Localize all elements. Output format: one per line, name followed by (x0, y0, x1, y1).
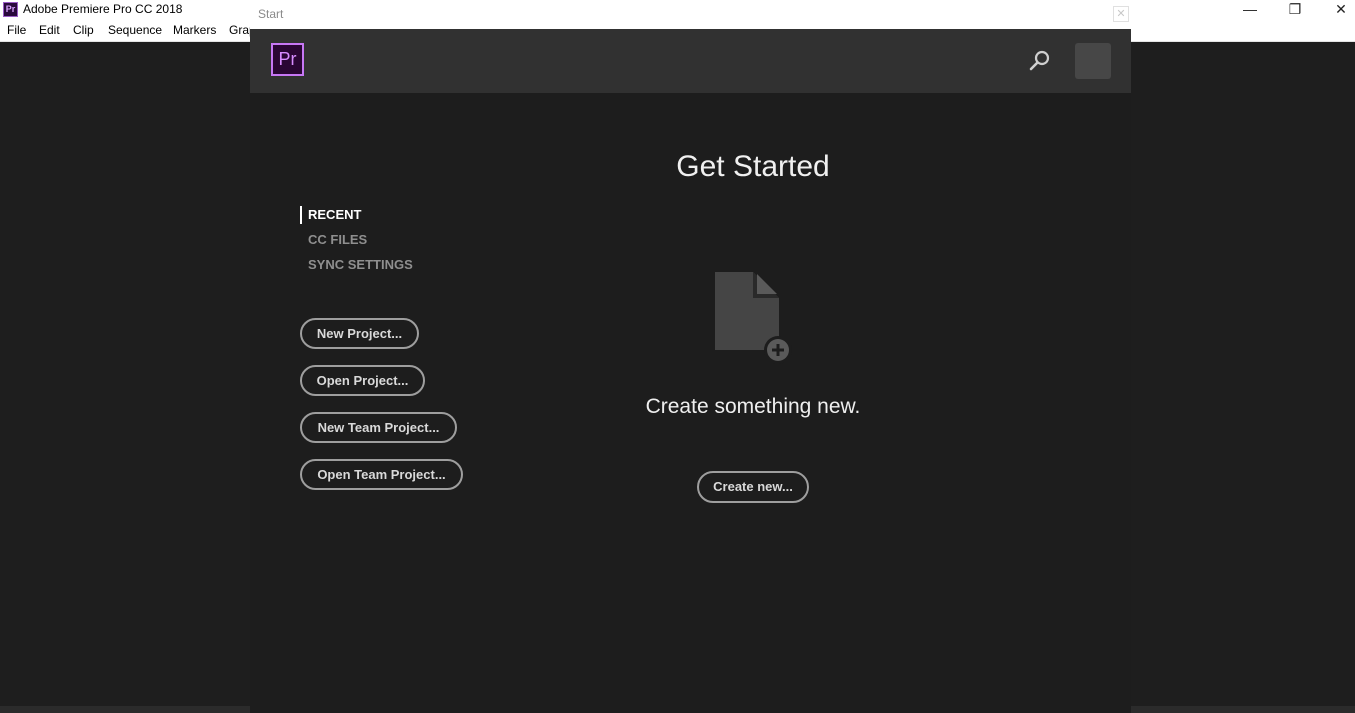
minimize-button[interactable]: — (1227, 0, 1273, 20)
dialog-titlebar: Start ✕ (250, 0, 1131, 29)
dialog-title: Start (258, 7, 284, 21)
close-button[interactable]: ✕ (1318, 0, 1355, 20)
start-dialog: Start ✕ Pr RECENT CC FILES SYNC SETTINGS… (250, 0, 1131, 713)
menu-file[interactable]: File (7, 23, 26, 37)
nav-cc-files[interactable]: CC FILES (308, 232, 367, 247)
open-project-button[interactable]: Open Project... (300, 365, 425, 396)
nav-recent[interactable]: RECENT (308, 207, 361, 222)
menu-edit[interactable]: Edit (39, 23, 60, 37)
create-new-button[interactable]: Create new... (697, 471, 809, 503)
search-icon[interactable] (1028, 49, 1052, 73)
dialog-close-button[interactable]: ✕ (1113, 6, 1129, 22)
create-something-text: Create something new. (645, 395, 861, 418)
nav-sync-settings[interactable]: SYNC SETTINGS (308, 257, 413, 272)
open-team-project-button[interactable]: Open Team Project... (300, 459, 463, 490)
menu-markers[interactable]: Markers (173, 23, 216, 37)
new-file-icon (713, 270, 795, 365)
user-avatar[interactable] (1075, 43, 1111, 79)
new-project-button[interactable]: New Project... (300, 318, 419, 349)
premiere-app-icon: Pr (3, 2, 18, 17)
app-title: Adobe Premiere Pro CC 2018 (23, 2, 183, 16)
menu-clip[interactable]: Clip (73, 23, 94, 37)
menu-sequence[interactable]: Sequence (108, 23, 162, 37)
maximize-button[interactable]: ❐ (1272, 0, 1318, 20)
dialog-header: Pr (250, 29, 1131, 93)
nav-active-marker (300, 206, 302, 224)
get-started-heading: Get Started (676, 150, 830, 183)
premiere-logo: Pr (271, 43, 304, 76)
